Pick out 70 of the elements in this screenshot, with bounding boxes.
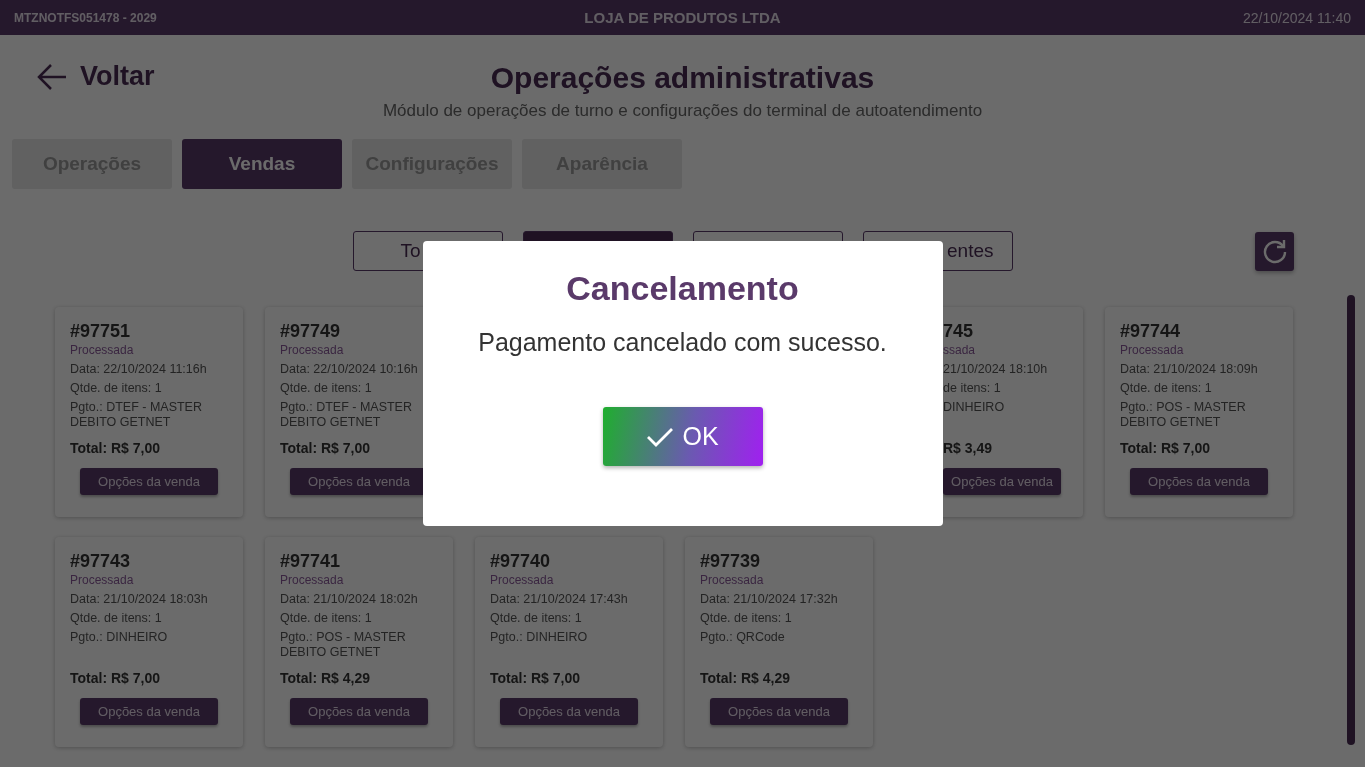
refresh-icon: [1261, 238, 1288, 264]
checkmark-icon: [646, 425, 675, 448]
sale-number: #97740: [490, 551, 552, 572]
sale-status: Processada: [280, 343, 345, 357]
dialog-message: Pagamento cancelado com sucesso.: [478, 328, 887, 357]
back-button[interactable]: Voltar: [36, 61, 155, 92]
sale-number: 745: [943, 321, 975, 342]
refresh-button[interactable]: [1255, 231, 1294, 271]
sale-date: Data: 21/10/2024 18:03h: [70, 592, 209, 606]
item-count: Qtde. de itens: 1: [1120, 381, 1213, 395]
sale-date: Data: 21/10/2024 17:43h: [490, 592, 629, 606]
sale-total: Total: R$ 4,29: [280, 670, 371, 686]
sale-number: #97751: [70, 321, 132, 342]
payment-method: DINHEIRO: [943, 400, 1006, 416]
ok-button[interactable]: OK: [602, 407, 763, 466]
sale-date: Data: 21/10/2024 17:32h: [700, 592, 839, 606]
sale-total: Total: R$ 7,00: [280, 440, 371, 456]
sale-status: Processada: [70, 573, 135, 587]
payment-method: Pgto.: POS - MASTER DEBITO GETNET: [280, 630, 407, 661]
payment-method: Pgto.: QRCode: [700, 630, 786, 646]
item-count: Qtde. de itens: 1: [280, 381, 373, 395]
store-name: LOJA DE PRODUTOS LTDA: [584, 9, 781, 26]
item-count: Qtde. de itens: 1: [490, 611, 583, 625]
item-count: Qtde. de itens: 1: [280, 611, 373, 625]
sale-status: Processada: [1120, 343, 1185, 357]
sale-options-button[interactable]: Opções da venda: [290, 698, 428, 725]
page-subtitle: Módulo de operações de turno e configurações do terminal de autoatendimento: [382, 101, 983, 121]
payment-method: Pgto.: DINHEIRO: [490, 630, 589, 646]
sale-date: Data: 21/10/2024 18:09h: [1120, 362, 1259, 376]
sale-total: Total: R$ 4,29: [700, 670, 791, 686]
sale-options-button[interactable]: Opções da venda: [80, 698, 218, 725]
sale-number: #97749: [280, 321, 342, 342]
item-count: de itens: 1: [943, 381, 1002, 395]
sale-options-button[interactable]: Opções da venda: [500, 698, 638, 725]
payment-method: Pgto.: DTEF - MASTER DEBITO GETNET: [280, 400, 413, 431]
sale-number: #97744: [1120, 321, 1182, 342]
scrollbar[interactable]: [1347, 295, 1355, 745]
sale-status: Processada: [70, 343, 135, 357]
sale-number: #97743: [70, 551, 132, 572]
item-count: Qtde. de itens: 1: [700, 611, 793, 625]
sale-options-button[interactable]: Opções da venda: [1130, 468, 1268, 495]
item-count: Qtde. de itens: 1: [70, 611, 163, 625]
sale-options-button[interactable]: Opções da venda: [943, 468, 1061, 495]
payment-method: Pgto.: DTEF - MASTER DEBITO GETNET: [70, 400, 203, 431]
sale-options-button[interactable]: Opções da venda: [710, 698, 848, 725]
sale-date: Data: 22/10/2024 11:16h: [70, 362, 208, 376]
sale-status: Processada: [280, 573, 345, 587]
page-title: Operações administrativas: [490, 61, 875, 95]
sale-number: #97739: [700, 551, 762, 572]
dialog-title: Cancelamento: [566, 269, 799, 308]
tab[interactable]: Vendas: [182, 139, 342, 189]
sale-status: Processada: [490, 573, 555, 587]
sale-total: Total: R$ 7,00: [70, 670, 161, 686]
sale-total: Total: R$ 7,00: [70, 440, 161, 456]
sale-status: Processada: [700, 573, 765, 587]
sale-date: 21/10/2024 18:10h: [943, 362, 1049, 376]
payment-method: Pgto.: POS - MASTER DEBITO GETNET: [1120, 400, 1247, 431]
sale-status: ssada: [943, 343, 977, 357]
terminal-id: MTZNOTFS051478 - 2029: [14, 10, 158, 25]
sale-total: R$ 3,49: [943, 440, 994, 456]
item-count: Qtde. de itens: 1: [70, 381, 163, 395]
arrow-left-icon: [36, 62, 68, 91]
sale-total: Total: R$ 7,00: [1120, 440, 1211, 456]
sale-total: Total: R$ 7,00: [490, 670, 581, 686]
date-time: 22/10/2024 11:40: [1243, 9, 1351, 26]
sale-date: Data: 22/10/2024 10:16h: [280, 362, 419, 376]
sale-date: Data: 21/10/2024 18:02h: [280, 592, 419, 606]
payment-method: Pgto.: DINHEIRO: [70, 630, 169, 646]
sale-options-button[interactable]: Opções da venda: [80, 468, 218, 495]
sale-number: #97741: [280, 551, 342, 572]
